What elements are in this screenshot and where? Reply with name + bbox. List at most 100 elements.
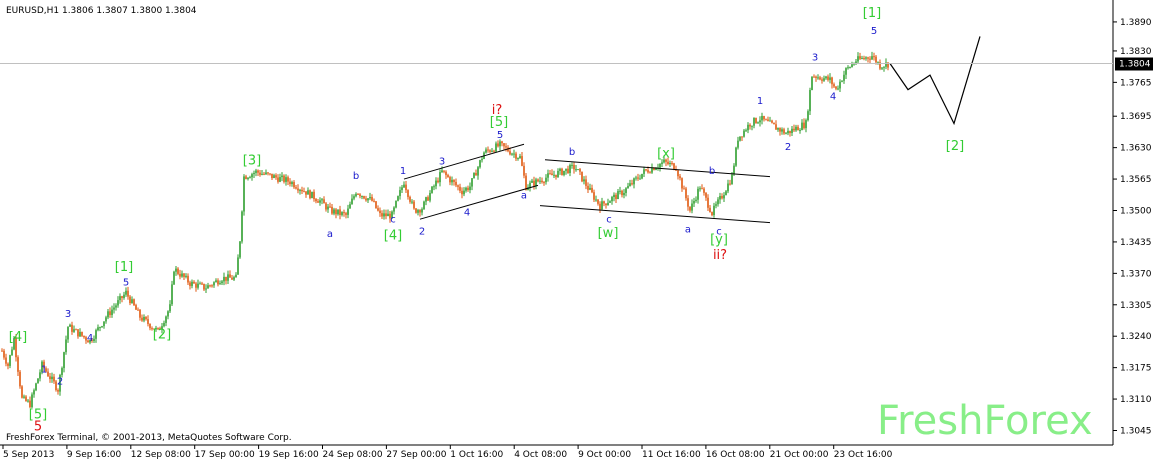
candle-body xyxy=(469,186,471,191)
candle-body xyxy=(149,323,151,329)
candle-body xyxy=(739,136,741,141)
candle-body xyxy=(499,141,501,147)
candle-body xyxy=(553,174,555,176)
candle-body xyxy=(443,170,445,172)
candle-body xyxy=(773,122,775,125)
candle-body xyxy=(677,170,679,177)
candle-body xyxy=(359,194,361,197)
candle-body xyxy=(11,349,13,356)
candle-body xyxy=(195,283,197,288)
candle-body xyxy=(339,209,341,215)
candle-body xyxy=(837,88,839,90)
price-badge-text: 1.3804 xyxy=(1119,60,1151,70)
candle-body xyxy=(387,213,389,217)
candle-body xyxy=(649,172,651,174)
candle-body xyxy=(635,177,637,179)
candle-body xyxy=(821,79,823,81)
candle-body xyxy=(511,153,513,155)
candle-body xyxy=(123,294,125,298)
time-tick-label: 12 Sep 08:00 xyxy=(131,450,191,460)
candle-body xyxy=(207,285,209,289)
candle-body xyxy=(305,191,307,195)
candle-body xyxy=(235,274,237,278)
candle-body xyxy=(415,208,417,213)
candle-body xyxy=(583,179,585,182)
candle-body xyxy=(761,115,763,121)
candle-body xyxy=(135,305,137,310)
candle-body xyxy=(671,163,673,165)
candle-body xyxy=(639,178,641,180)
candle-body xyxy=(883,66,885,68)
candle-body xyxy=(771,120,773,123)
candle-body xyxy=(177,268,179,274)
wave-label: 3 xyxy=(65,309,71,320)
candle-body xyxy=(627,186,629,189)
candle-body xyxy=(605,203,607,206)
candle-body xyxy=(861,58,863,60)
candle-body xyxy=(143,316,145,321)
candle-body xyxy=(129,296,131,304)
candle-body xyxy=(71,324,73,332)
candle-body xyxy=(223,276,225,282)
candle-body xyxy=(839,81,841,89)
candle-body xyxy=(337,209,339,215)
candle-body xyxy=(249,177,251,179)
candle-body xyxy=(547,173,549,178)
candle-body xyxy=(705,192,707,198)
candle-body xyxy=(493,150,495,152)
candle-body xyxy=(745,130,747,132)
candle-body xyxy=(703,188,705,193)
candle-body xyxy=(777,128,779,130)
candle-body xyxy=(709,207,711,213)
candle-body xyxy=(417,210,419,213)
candle-body xyxy=(83,335,85,338)
wave-label: 5 xyxy=(871,26,877,37)
candle-body xyxy=(265,172,267,175)
price-tick-label: 1.3695 xyxy=(1120,112,1152,122)
wave-label: [5] xyxy=(490,115,508,130)
candle-body xyxy=(197,283,199,288)
wave-label: a xyxy=(327,229,333,240)
candle-body xyxy=(487,149,489,151)
price-tick-label: 1.3045 xyxy=(1120,426,1152,436)
candle-body xyxy=(407,190,409,197)
candle-body xyxy=(763,115,765,120)
candle-body xyxy=(765,119,767,121)
candle-body xyxy=(589,187,591,190)
candle-body xyxy=(873,56,875,58)
candle-body xyxy=(549,173,551,175)
candle-body xyxy=(543,182,545,184)
candle-body xyxy=(261,173,263,175)
candle-body xyxy=(795,126,797,131)
price-badge: 1.3804 xyxy=(1115,57,1153,71)
candle-body xyxy=(803,122,805,129)
candle-body xyxy=(809,90,811,112)
candle-body xyxy=(833,84,835,87)
candle-body xyxy=(37,378,39,384)
candle-body xyxy=(541,180,543,183)
candle-body xyxy=(375,201,377,209)
candle-body xyxy=(679,176,681,179)
candle-body xyxy=(651,167,653,173)
candle-body xyxy=(695,199,697,201)
candle-body xyxy=(581,171,583,182)
candle-body xyxy=(691,203,693,211)
candle-body xyxy=(621,190,623,196)
candle-body xyxy=(793,128,795,131)
candle-body xyxy=(147,319,149,324)
wave-label: 4 xyxy=(830,91,836,102)
time-tick-label: 9 Oct 00:00 xyxy=(578,450,631,460)
wave-label: 5 xyxy=(497,130,503,141)
candle-body xyxy=(77,329,79,337)
candle-body xyxy=(767,119,769,122)
candle-body xyxy=(661,162,663,164)
candle-body xyxy=(545,177,547,183)
candle-body xyxy=(719,196,721,200)
candle-body xyxy=(31,394,33,408)
candle-body xyxy=(519,156,521,159)
candle-body xyxy=(119,296,121,301)
price-chart[interactable]: 1.3890 1.3830 1.3765 1.3695 1.3630 1.3565 1.35… xyxy=(0,0,1154,463)
candle-body xyxy=(141,317,143,321)
candle-body xyxy=(799,130,801,132)
candle-body xyxy=(633,178,635,185)
